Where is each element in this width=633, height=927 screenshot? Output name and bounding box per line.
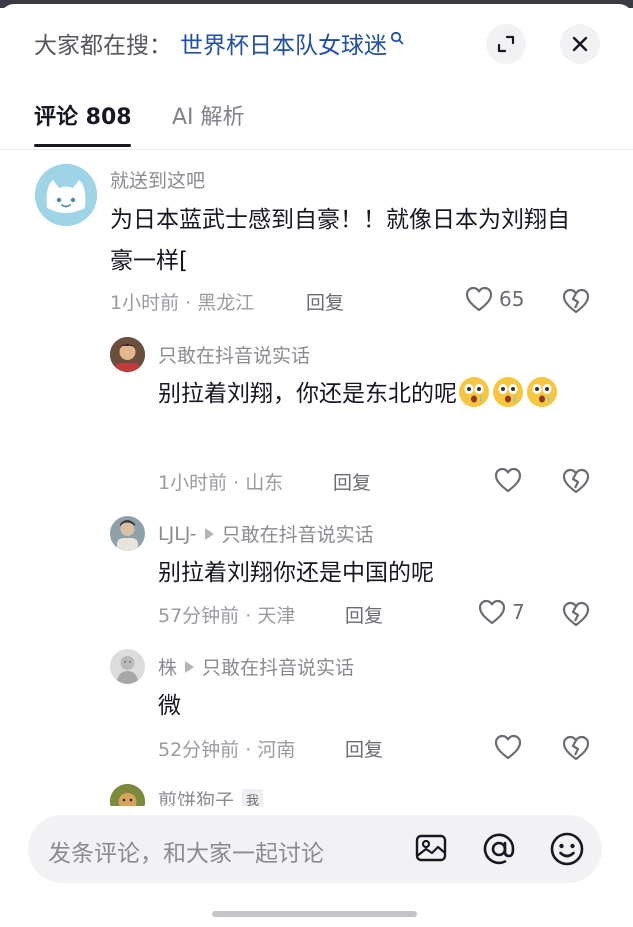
expand-button[interactable]: [486, 24, 526, 64]
reply-location: 山东: [245, 472, 284, 494]
meta-separator: ·: [179, 292, 198, 314]
tab-ai-analysis[interactable]: AI 解析: [172, 99, 245, 131]
heart-icon: [494, 734, 522, 760]
image-icon: [415, 834, 447, 862]
close-button[interactable]: [560, 24, 600, 64]
comment-sheet: 大家都在搜： 世界杯日本队女球迷 评论 808 AI 解析 就送到这吧 为日本蓝…: [0, 4, 633, 927]
comment-time: 1小时前: [110, 292, 180, 314]
heart-icon: [465, 286, 493, 312]
reply-to-username[interactable]: 只敢在抖音说实话: [202, 653, 354, 680]
reply-username[interactable]: 煎饼狗子: [158, 786, 234, 806]
emoji-icon: [550, 832, 584, 866]
reply-time: 1小时前: [158, 472, 228, 494]
comment-location: 黑龙江: [197, 292, 255, 314]
dog-avatar-icon: [110, 784, 145, 806]
avatar[interactable]: [35, 164, 97, 226]
person-avatar-icon: [110, 516, 145, 551]
reply-meta: 52分钟前 · 河南: [158, 735, 295, 762]
avatar[interactable]: [110, 649, 145, 684]
reply-username[interactable]: LJLJ-: [158, 523, 197, 545]
reply-time: 57分钟前: [158, 605, 240, 627]
surprised-face-emoji: [493, 376, 523, 407]
active-tab-indicator: [34, 144, 131, 147]
reply-arrow-icon: [185, 660, 195, 673]
search-icon: [390, 31, 404, 45]
reply-text: 别拉着刘翔你还是中国的呢: [158, 560, 434, 586]
close-icon: [572, 36, 588, 52]
dislike-button[interactable]: [562, 468, 590, 498]
like-count: 7: [512, 600, 525, 624]
statue-avatar-icon: [110, 649, 145, 684]
at-icon: [483, 833, 515, 865]
meta-separator: ·: [239, 739, 258, 761]
reply-arrow-icon: [204, 527, 214, 540]
dislike-button[interactable]: [562, 735, 590, 765]
comment-text: 为日本蓝武士感到自豪！！就像日本为刘翔自豪一样[: [110, 207, 570, 274]
reply-location: 天津: [257, 605, 296, 627]
reply-username-line: 煎饼狗子我: [158, 786, 264, 806]
reply-meta: 1小时前 · 山东: [158, 468, 283, 495]
comment-input-bar[interactable]: 发条评论，和大家一起讨论: [28, 815, 602, 883]
reply-username[interactable]: 株: [158, 653, 177, 680]
reply-text: 微: [158, 693, 181, 719]
reply-text: 别拉着刘翔，你还是东北的呢: [158, 374, 578, 415]
emoji-button[interactable]: [549, 831, 585, 871]
tab-comments[interactable]: 评论 808: [34, 99, 132, 131]
reply-username-line: LJLJ- 只敢在抖音说实话: [158, 520, 374, 547]
tabs-divider: [0, 149, 633, 150]
expand-icon: [497, 35, 515, 53]
avatar[interactable]: [110, 784, 145, 806]
surprised-face-emoji: [527, 376, 557, 407]
image-button[interactable]: [414, 831, 448, 869]
reply-button[interactable]: 回复: [306, 288, 344, 315]
avatar[interactable]: [110, 516, 145, 551]
home-indicator[interactable]: [212, 911, 417, 917]
heart-icon: [478, 599, 506, 625]
reply-button[interactable]: 回复: [345, 735, 383, 762]
reply-text-body: 别拉着刘翔，你还是东北的呢: [158, 381, 457, 407]
me-tag: 我: [242, 789, 264, 806]
broken-heart-icon: [562, 288, 590, 314]
partial-reply-row: 煎饼狗子我: [0, 780, 633, 806]
dislike-button[interactable]: [562, 288, 590, 318]
comment-meta: 1小时前 · 黑龙江: [110, 288, 254, 315]
dislike-button[interactable]: [562, 601, 590, 631]
comment-input-placeholder[interactable]: 发条评论，和大家一起讨论: [48, 834, 324, 868]
reply-button[interactable]: 回复: [345, 601, 383, 628]
search-prefix: 大家都在搜：: [34, 33, 172, 59]
reply-meta: 57分钟前 · 天津: [158, 601, 295, 628]
like-count: 65: [499, 287, 525, 311]
heart-icon: [494, 467, 522, 493]
meta-separator: ·: [239, 605, 258, 627]
like-button[interactable]: [494, 734, 522, 760]
reply-username-line: 株只敢在抖音说实话: [158, 653, 354, 680]
reply-location: 河南: [257, 739, 296, 761]
reply-button[interactable]: 回复: [333, 468, 371, 495]
person-avatar-icon: [110, 337, 145, 372]
surprised-face-emoji: [459, 376, 489, 407]
like-button[interactable]: 65: [465, 286, 524, 312]
avatar[interactable]: [110, 337, 145, 372]
meta-separator: ·: [227, 472, 246, 494]
search-suggestion[interactable]: 大家都在搜： 世界杯日本队女球迷: [34, 26, 404, 60]
search-term-link[interactable]: 世界杯日本队女球迷: [180, 26, 387, 60]
broken-heart-icon: [562, 735, 590, 761]
like-button[interactable]: 7: [478, 599, 525, 625]
reply-time: 52分钟前: [158, 739, 240, 761]
like-button[interactable]: [494, 467, 522, 493]
broken-heart-icon: [562, 601, 590, 627]
reply-to-username[interactable]: 只敢在抖音说实话: [222, 520, 374, 547]
mention-button[interactable]: [481, 831, 517, 871]
cat-avatar-icon: [35, 164, 97, 226]
reply-username[interactable]: 只敢在抖音说实话: [158, 341, 310, 368]
broken-heart-icon: [562, 468, 590, 494]
comment-username[interactable]: 就送到这吧: [110, 166, 205, 193]
